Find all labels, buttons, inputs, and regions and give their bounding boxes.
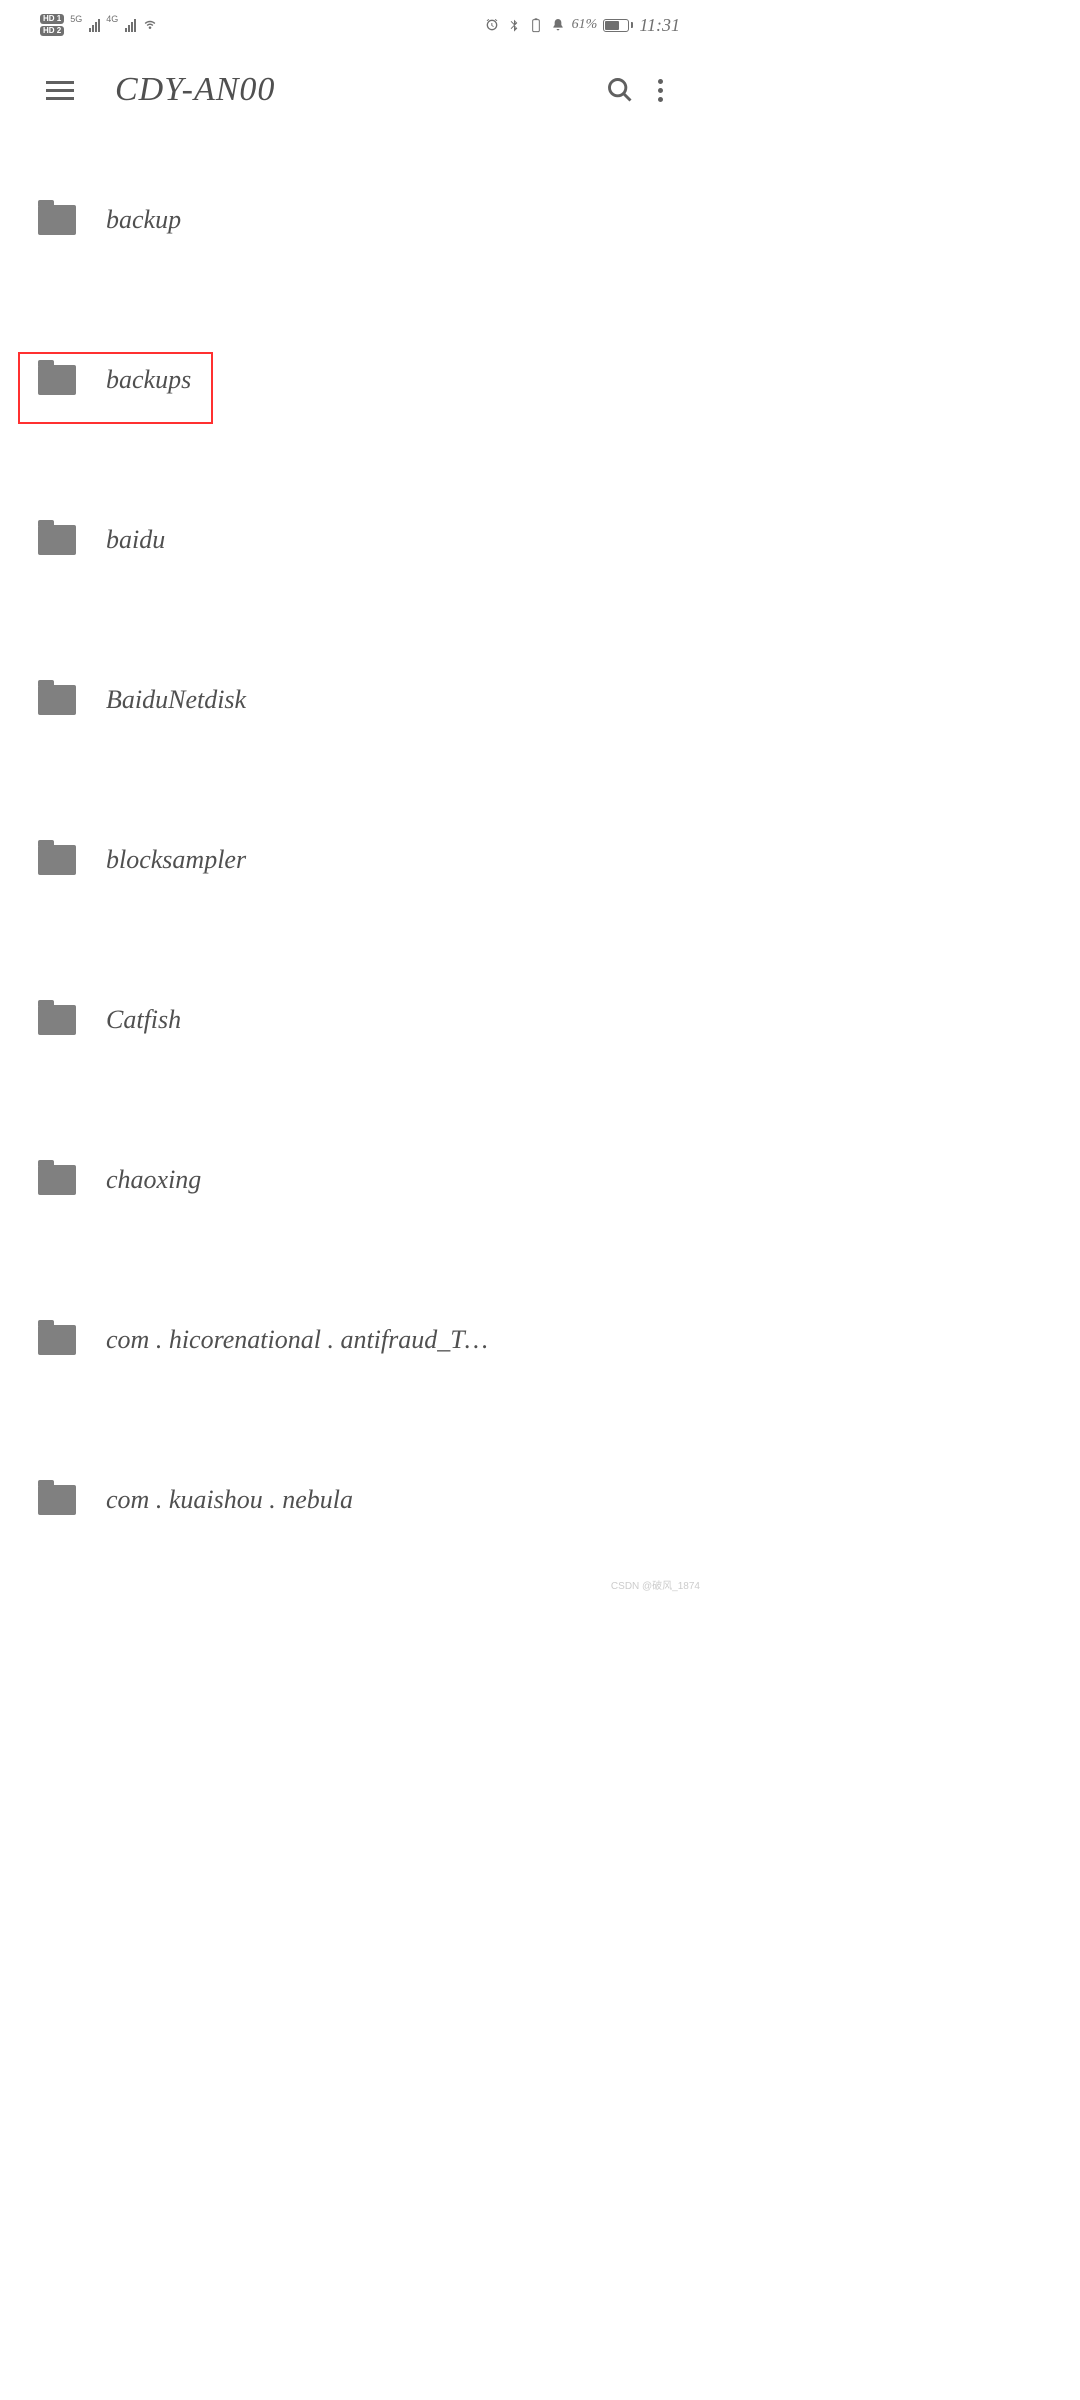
list-item[interactable]: blocksampler [0, 780, 720, 940]
battery-small-icon [528, 17, 544, 33]
search-button[interactable] [600, 70, 640, 110]
folder-icon [38, 845, 76, 875]
more-vert-icon [658, 79, 663, 102]
battery-icon [603, 19, 633, 32]
list-item[interactable]: chaoxing [0, 1100, 720, 1260]
hamburger-icon [46, 81, 74, 100]
status-left: HD 1 HD 2 5G 4G [40, 14, 158, 36]
signal-icon [89, 18, 100, 32]
mute-icon [550, 17, 566, 33]
signal-icon-2 [125, 18, 136, 32]
list-item[interactable]: com . hicorenational . antifraud_T… [0, 1260, 720, 1420]
list-item[interactable]: baidu [0, 460, 720, 620]
hd2-badge: HD 2 [40, 26, 64, 36]
search-icon [606, 76, 634, 104]
folder-icon [38, 685, 76, 715]
folder-icon [38, 525, 76, 555]
folder-icon [38, 1325, 76, 1355]
folder-icon [38, 205, 76, 235]
app-bar: CDY-AN00 [0, 50, 720, 130]
folder-icon [38, 1005, 76, 1035]
folder-icon [38, 365, 76, 395]
list-item[interactable]: backup [0, 140, 720, 300]
list-item[interactable]: backups [0, 300, 720, 460]
alarm-icon [484, 17, 500, 33]
network-4g-label: 4G [106, 14, 118, 24]
folder-icon [38, 1165, 76, 1195]
folder-name: com . kuaishou . nebula [106, 1485, 682, 1515]
more-button[interactable] [640, 70, 680, 110]
list-item[interactable]: com . kuaishou . nebula [0, 1420, 720, 1580]
status-right: 61% 11:31 [484, 15, 680, 36]
bluetooth-icon [506, 17, 522, 33]
folder-icon [38, 1485, 76, 1515]
folder-name: Catfish [106, 1005, 682, 1035]
hd1-badge: HD 1 [40, 14, 64, 24]
list-item[interactable]: BaiduNetdisk [0, 620, 720, 780]
folder-name: backup [106, 205, 682, 235]
folder-name: blocksampler [106, 845, 682, 875]
list-item[interactable]: Catfish [0, 940, 720, 1100]
status-bar: HD 1 HD 2 5G 4G 61% 11:31 [0, 0, 720, 50]
page-title: CDY-AN00 [80, 71, 600, 109]
battery-percent: 61% [572, 17, 598, 33]
folder-name: baidu [106, 525, 682, 555]
file-list[interactable]: backup backups baidu BaiduNetdisk blocks… [0, 130, 720, 1580]
folder-name: BaiduNetdisk [106, 685, 682, 715]
folder-name: backups [106, 365, 682, 395]
folder-name: com . hicorenational . antifraud_T… [106, 1325, 682, 1355]
folder-name: chaoxing [106, 1165, 682, 1195]
clock: 11:31 [639, 15, 680, 36]
menu-button[interactable] [40, 70, 80, 110]
network-5g-label: 5G [70, 14, 82, 24]
watermark: CSDN @破风_1874 [611, 1577, 700, 1592]
wifi-icon [142, 17, 158, 33]
